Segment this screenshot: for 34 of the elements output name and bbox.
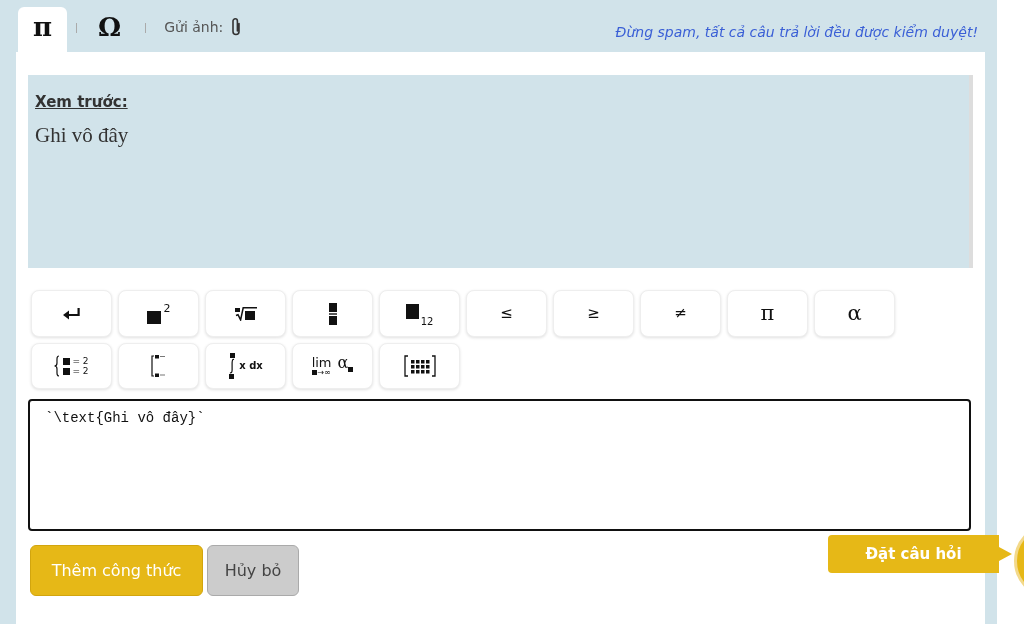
square-icon — [63, 357, 71, 365]
letter-button[interactable]: α — [814, 290, 895, 337]
letter-button[interactable]: π — [727, 290, 808, 337]
formula-tab[interactable]: π — [18, 7, 68, 52]
matrix-icon — [403, 355, 436, 377]
moderation-notice: Đừng spam, tất cả câu trả lời đều được kiểm duyệt! — [615, 22, 978, 42]
root-icon — [234, 306, 257, 321]
bracket-button[interactable] — [118, 343, 199, 389]
attach-image-link[interactable]: Gửi ảnh: — [164, 16, 243, 38]
cancel-button[interactable]: Hủy bỏ — [207, 545, 299, 596]
paperclip-icon — [230, 17, 243, 37]
bracket-lines-icon — [150, 355, 167, 377]
square-icon — [405, 304, 419, 319]
formula-tab[interactable]: Ω — [83, 7, 137, 52]
square-icon — [63, 367, 71, 375]
preview-heading: Xem trước: — [35, 92, 128, 112]
ask-question-label: Đặt câu hỏi — [828, 535, 1012, 573]
root-button[interactable] — [205, 290, 286, 337]
fraction-icon — [328, 302, 337, 325]
integral-icon — [228, 353, 237, 379]
enter-icon — [63, 307, 80, 320]
matrix-button[interactable] — [379, 343, 460, 389]
square-icon — [146, 311, 161, 324]
subscript-button[interactable]: 12 — [379, 290, 460, 337]
power-button[interactable]: 2 — [118, 290, 199, 337]
integral-button[interactable]: x dx — [205, 343, 286, 389]
symbol-button[interactable]: ≤ — [466, 290, 547, 337]
symbol-button[interactable]: ≥ — [553, 290, 634, 337]
fraction-button[interactable] — [292, 290, 373, 337]
equation-system-button[interactable]: = 2 = 2 — [31, 343, 112, 389]
brace-icon — [54, 355, 61, 377]
symbol-button[interactable]: ≠ — [640, 290, 721, 337]
preview-text: Ghi vô đây — [35, 122, 129, 149]
formula-input[interactable]: `\text{Ghi vô đây}` — [28, 399, 971, 531]
